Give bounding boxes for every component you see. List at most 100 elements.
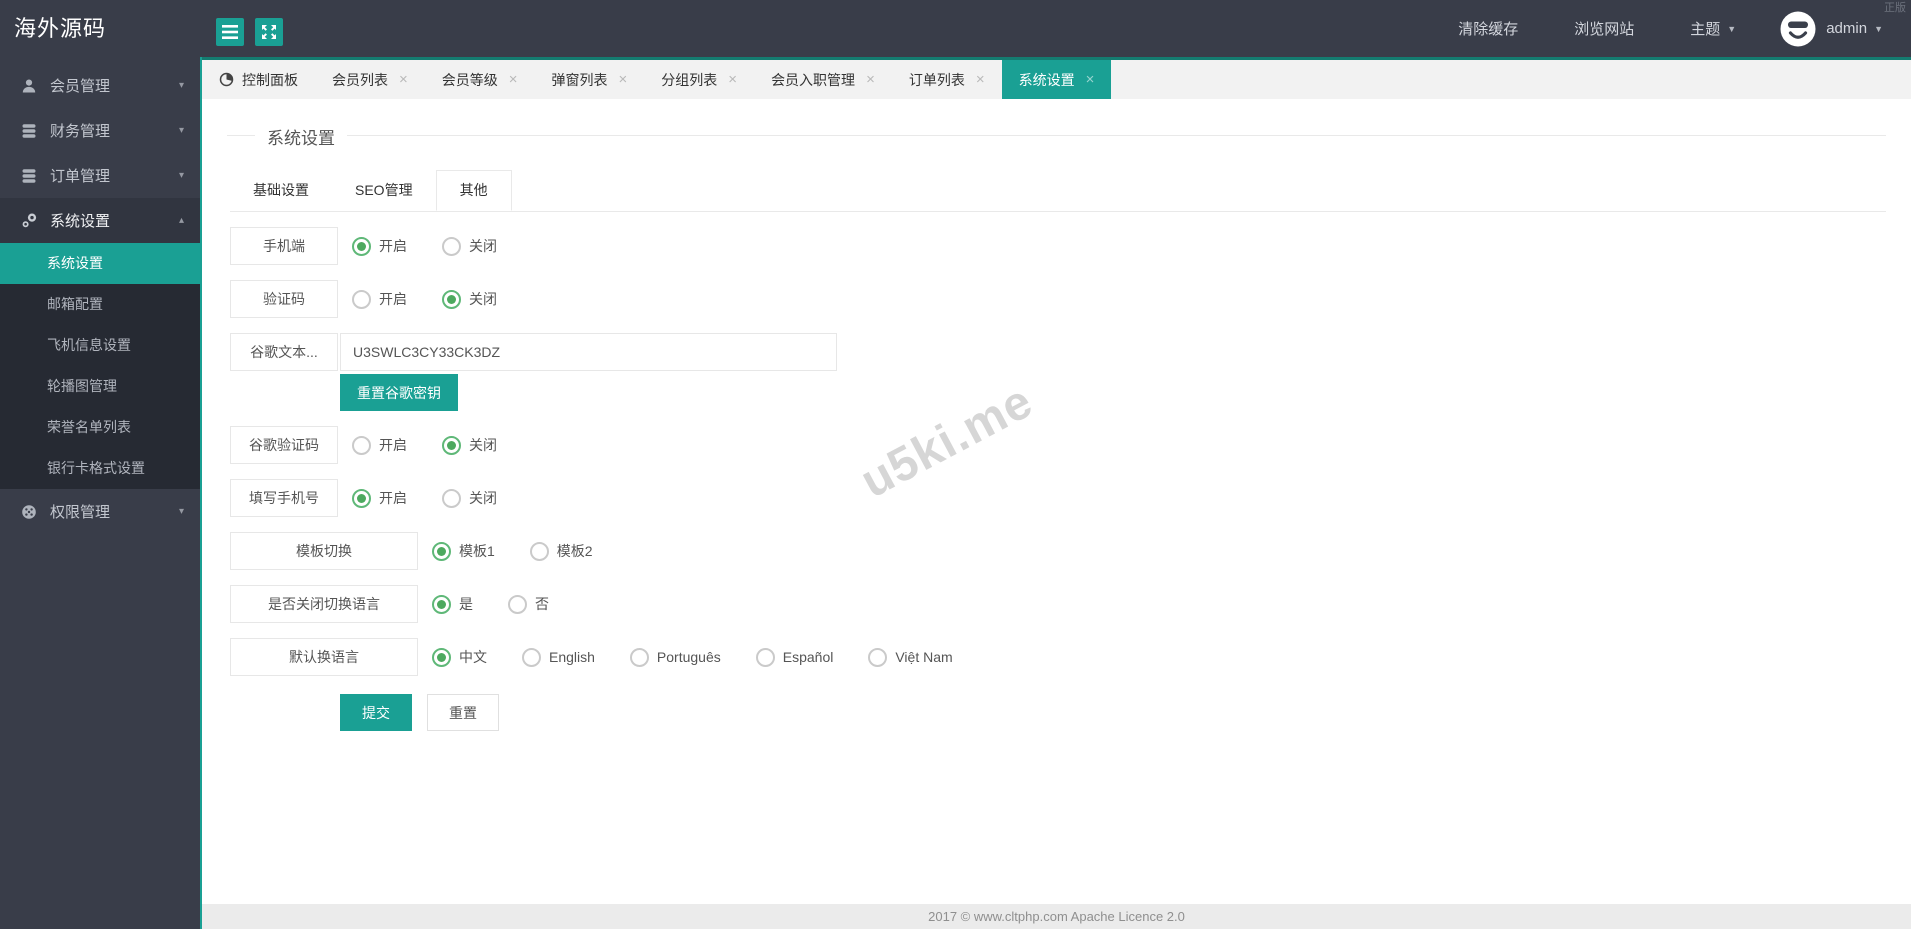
field-label: 是否关闭切换语言: [230, 585, 418, 623]
radio-unchecked-icon: [522, 647, 541, 667]
submit-button[interactable]: 提交: [340, 694, 412, 731]
radio-label: 关闭: [469, 238, 497, 254]
radio-checked-icon: [432, 647, 451, 667]
radio-option-template2[interactable]: 模板2: [529, 541, 593, 561]
radio-option-template1[interactable]: 模板1: [432, 541, 495, 561]
radio-option-on[interactable]: 开启: [352, 236, 407, 256]
radio-unchecked-icon: [352, 289, 371, 309]
browse-site-link[interactable]: 浏览网站: [1574, 18, 1634, 39]
tab-member-onboarding[interactable]: 会员入职管理 ×: [754, 60, 892, 99]
radio-checked-icon: [442, 289, 461, 309]
tab-strip: 控制面板 会员列表 × 会员等级 × 弹窗列表 × 分组列表 × 会员入职管理 …: [202, 57, 1911, 99]
gears-icon: [19, 212, 39, 229]
sidebar-item-system-settings[interactable]: 系统设置 ▴: [0, 198, 200, 243]
database-icon: [19, 168, 39, 184]
radio-option-off[interactable]: 关闭: [442, 488, 497, 508]
avatar[interactable]: [1780, 11, 1816, 47]
close-icon[interactable]: ×: [509, 72, 518, 87]
app-logo[interactable]: 海外源码: [14, 0, 106, 57]
radio-option-yes[interactable]: 是: [432, 594, 473, 614]
radio-checked-icon: [352, 488, 371, 508]
chevron-up-icon: ▴: [178, 215, 184, 226]
theme-dropdown[interactable]: 主题 ▼: [1690, 18, 1736, 39]
settings-form: 手机端 开启 关闭 验证码 开启 关闭 谷歌文本... U3SWLC3CY33C…: [230, 227, 1911, 731]
sidebar-subitem-bankcard-format[interactable]: 银行卡格式设置: [0, 448, 200, 489]
tab-label: 弹窗列表: [551, 71, 608, 88]
sidebar-item-permission-mgmt[interactable]: 权限管理 ▾: [0, 489, 200, 534]
radio-label: 关闭: [469, 291, 497, 307]
radio-label: 模板2: [556, 543, 593, 559]
chevron-down-icon: ▾: [178, 80, 184, 91]
tab-seo-mgmt[interactable]: SEO管理: [332, 170, 436, 211]
sidebar-subitem-email-config[interactable]: 邮箱配置: [0, 284, 200, 325]
topbar-tools: [216, 18, 283, 46]
radio-option-no[interactable]: 否: [508, 594, 549, 614]
user-dropdown[interactable]: admin ▼: [1826, 20, 1883, 37]
sidebar-subitem-telegram-info[interactable]: 飞机信息设置: [0, 325, 200, 366]
hamburger-icon: [222, 25, 238, 39]
radio-option-on[interactable]: 开启: [352, 435, 407, 455]
database-icon: [19, 123, 39, 139]
fullscreen-button[interactable]: [255, 18, 283, 46]
sidebar: 会员管理 ▾ 财务管理 ▾ 订单管理 ▾ 系统设置 ▴ 系统设置 邮箱配置 飞机…: [0, 57, 200, 929]
sidebar-item-order-mgmt[interactable]: 订单管理 ▾: [0, 153, 200, 198]
close-icon[interactable]: ×: [976, 72, 985, 87]
google-secret-input[interactable]: [340, 333, 837, 371]
radio-option-off[interactable]: 关闭: [442, 289, 497, 309]
radio-label: 中文: [459, 649, 487, 665]
reset-button[interactable]: 重置: [427, 694, 499, 731]
tab-member-list[interactable]: 会员列表 ×: [315, 60, 425, 99]
topbar: 海外源码 正版 清除缓存 浏览网站 主题 ▼ admin ▼: [0, 0, 1911, 57]
tab-popup-list[interactable]: 弹窗列表 ×: [535, 60, 645, 99]
close-icon[interactable]: ×: [866, 72, 875, 87]
radio-unchecked-icon: [629, 647, 649, 667]
sidebar-item-label: 系统设置: [50, 213, 111, 230]
sidebar-subitem-system-settings[interactable]: 系统设置: [0, 243, 200, 284]
radio-label: English: [549, 649, 595, 665]
radio-option-on[interactable]: 开启: [352, 289, 407, 309]
radio-label: Español: [782, 649, 834, 665]
close-icon[interactable]: ×: [728, 72, 737, 87]
sidebar-item-label: 财务管理: [50, 123, 111, 140]
radio-option-portuguese[interactable]: Português: [629, 647, 721, 667]
radio-group: 开启 关闭: [352, 488, 532, 508]
radio-option-english[interactable]: English: [522, 647, 595, 667]
field-label: 验证码: [230, 280, 338, 318]
sidebar-item-label: 订单管理: [50, 168, 111, 185]
tab-system-settings[interactable]: 系统设置 ×: [1001, 60, 1112, 99]
close-icon[interactable]: ×: [619, 72, 628, 87]
radio-option-chinese[interactable]: 中文: [432, 647, 487, 667]
tab-dashboard[interactable]: 控制面板: [202, 60, 315, 99]
collapse-menu-button[interactable]: [216, 18, 244, 46]
sidebar-item-finance-mgmt[interactable]: 财务管理 ▾: [0, 108, 200, 153]
radio-label: 开启: [379, 490, 407, 506]
sidebar-subitem-honor-list[interactable]: 荣誉名单列表: [0, 407, 200, 448]
sidebar-subitem-carousel-mgmt[interactable]: 轮播图管理: [0, 366, 200, 407]
radio-option-spanish[interactable]: Español: [755, 647, 834, 667]
close-icon[interactable]: ×: [399, 72, 408, 87]
tab-label: 订单列表: [908, 71, 965, 88]
form-row-phone-required: 填写手机号 开启 关闭: [230, 479, 1911, 517]
clear-cache-link[interactable]: 清除缓存: [1458, 18, 1518, 39]
tab-other[interactable]: 其他: [435, 170, 512, 211]
radio-option-off[interactable]: 关闭: [442, 435, 497, 455]
radio-option-on[interactable]: 开启: [352, 488, 407, 508]
radio-label: 关闭: [469, 437, 497, 453]
tab-group-list[interactable]: 分组列表 ×: [644, 60, 754, 99]
close-icon[interactable]: ×: [1086, 72, 1095, 87]
form-row-google-captcha: 谷歌验证码 开启 关闭: [230, 426, 1911, 464]
reset-google-key-button[interactable]: 重置谷歌密钥: [340, 374, 458, 411]
google-secret-line: 谷歌文本...: [230, 333, 837, 371]
tab-member-level[interactable]: 会员等级 ×: [425, 60, 535, 99]
tab-order-list[interactable]: 订单列表 ×: [892, 60, 1002, 99]
tab-label: 会员等级: [441, 71, 498, 88]
radio-option-vietnamese[interactable]: Việt Nam: [868, 647, 953, 667]
topbar-right: 清除缓存 浏览网站 主题 ▼ admin ▼: [1402, 0, 1883, 57]
radio-option-off[interactable]: 关闭: [442, 236, 497, 256]
radio-group: 中文 English Português Español Việt Nam: [432, 647, 988, 667]
radio-label: 否: [535, 596, 549, 612]
tab-basic-settings[interactable]: 基础设置: [230, 170, 332, 211]
radio-group: 开启 关闭: [352, 236, 532, 256]
sidebar-item-member-mgmt[interactable]: 会员管理 ▾: [0, 63, 200, 108]
radio-unchecked-icon: [442, 488, 461, 508]
